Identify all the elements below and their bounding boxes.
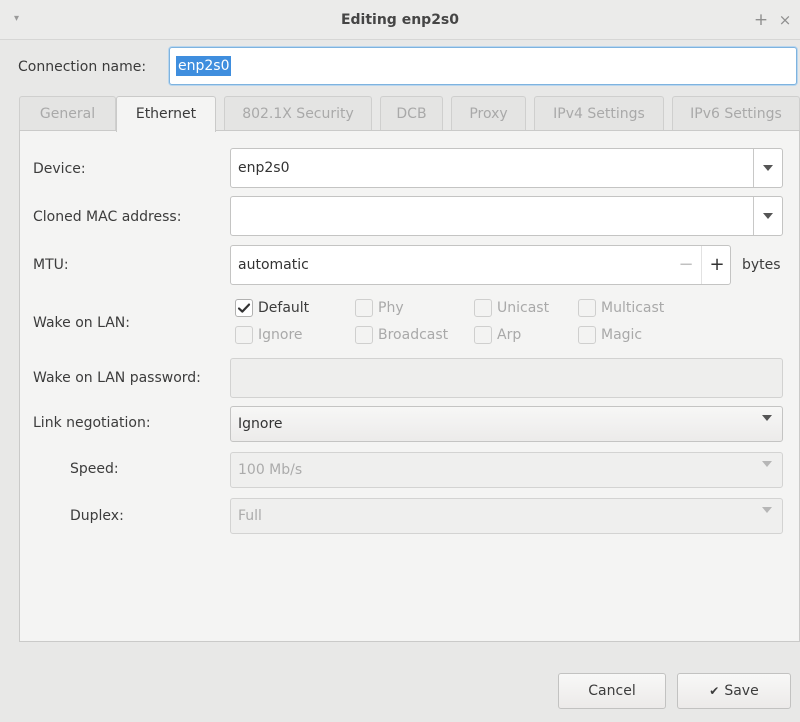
connection-name-label: Connection name: — [18, 59, 147, 75]
tab-dcb[interactable]: DCB — [380, 96, 443, 131]
cloned-mac-combo[interactable] — [230, 196, 783, 236]
link-negotiation-label: Link negotiation: — [33, 415, 151, 431]
tab-proxy[interactable]: Proxy — [451, 96, 526, 131]
tab-ipv6-settings[interactable]: IPv6 Settings — [672, 96, 800, 131]
checkbox-checked-icon — [235, 299, 253, 317]
duplex-combo[interactable]: Full — [230, 498, 783, 534]
cancel-button[interactable]: Cancel — [558, 673, 666, 709]
wake-on-lan-label: Wake on LAN: — [33, 315, 130, 331]
wol-broadcast-checkbox[interactable]: Broadcast — [355, 324, 448, 346]
wol-broadcast-label: Broadcast — [378, 327, 449, 343]
mtu-decrement-button[interactable]: − — [671, 246, 701, 284]
mtu-spinbox[interactable]: automatic − + — [230, 245, 731, 285]
duplex-value: Full — [238, 508, 262, 524]
connection-name-input[interactable]: enp2s0 — [169, 47, 797, 85]
tab-general[interactable]: General — [19, 96, 116, 131]
mtu-increment-button[interactable]: + — [701, 246, 732, 284]
chevron-down-icon — [763, 213, 773, 219]
wol-password-label: Wake on LAN password: — [33, 370, 201, 386]
device-dropdown-button[interactable] — [753, 149, 782, 187]
cloned-mac-label: Cloned MAC address: — [33, 209, 182, 225]
wol-password-input[interactable] — [230, 358, 783, 398]
speed-combo[interactable]: 100 Mb/s — [230, 452, 783, 488]
device-combo[interactable]: enp2s0 — [230, 148, 783, 188]
checkbox-icon — [474, 326, 492, 344]
chevron-down-icon — [762, 461, 772, 483]
title-bar: ▾ Editing enp2s0 + × — [0, 0, 800, 40]
speed-value: 100 Mb/s — [238, 462, 303, 478]
tab-8021x-security[interactable]: 802.1X Security — [224, 96, 372, 131]
device-label: Device: — [33, 161, 86, 177]
checkbox-icon — [474, 299, 492, 317]
wol-magic-checkbox[interactable]: Magic — [578, 324, 642, 346]
wol-unicast-label: Unicast — [497, 300, 550, 316]
wol-magic-label: Magic — [601, 327, 643, 343]
chevron-down-icon — [762, 415, 772, 437]
mtu-value: automatic — [238, 257, 309, 273]
checkbox-icon — [235, 326, 253, 344]
mtu-label: MTU: — [33, 257, 69, 273]
wol-ignore-checkbox[interactable]: Ignore — [235, 324, 303, 346]
device-value: enp2s0 — [238, 160, 290, 176]
wol-arp-label: Arp — [497, 327, 522, 343]
connection-name-value: enp2s0 — [176, 56, 232, 76]
checkbox-icon — [578, 299, 596, 317]
checkbox-icon — [578, 326, 596, 344]
save-button[interactable]: ✔ Save — [677, 673, 791, 709]
speed-label: Speed: — [70, 461, 119, 477]
wol-phy-checkbox[interactable]: Phy — [355, 297, 404, 319]
checkbox-icon — [355, 299, 373, 317]
chevron-down-icon — [763, 165, 773, 171]
wol-multicast-label: Multicast — [601, 300, 665, 316]
link-negotiation-value: Ignore — [238, 416, 283, 432]
wol-ignore-label: Ignore — [258, 327, 303, 343]
wol-arp-checkbox[interactable]: Arp — [474, 324, 521, 346]
cloned-mac-dropdown-button[interactable] — [753, 197, 782, 235]
save-label: Save — [724, 683, 759, 699]
wol-default-checkbox[interactable]: Default — [235, 297, 309, 319]
checkmark-icon: ✔ — [709, 684, 720, 698]
wol-default-label: Default — [258, 300, 310, 316]
close-icon[interactable]: × — [776, 10, 794, 30]
maximize-icon[interactable]: + — [752, 10, 770, 30]
tab-bar: General Ethernet 802.1X Security DCB Pro… — [19, 96, 800, 132]
wol-multicast-checkbox[interactable]: Multicast — [578, 297, 664, 319]
link-negotiation-combo[interactable]: Ignore — [230, 406, 783, 442]
tab-ethernet[interactable]: Ethernet — [116, 96, 216, 132]
checkbox-icon — [355, 326, 373, 344]
wol-unicast-checkbox[interactable]: Unicast — [474, 297, 549, 319]
wol-phy-label: Phy — [378, 300, 404, 316]
window-title: Editing enp2s0 — [340, 12, 460, 28]
chevron-down-icon — [762, 507, 772, 529]
mtu-unit: bytes — [742, 257, 781, 273]
tab-ipv4-settings[interactable]: IPv4 Settings — [534, 96, 664, 131]
duplex-label: Duplex: — [70, 508, 124, 524]
